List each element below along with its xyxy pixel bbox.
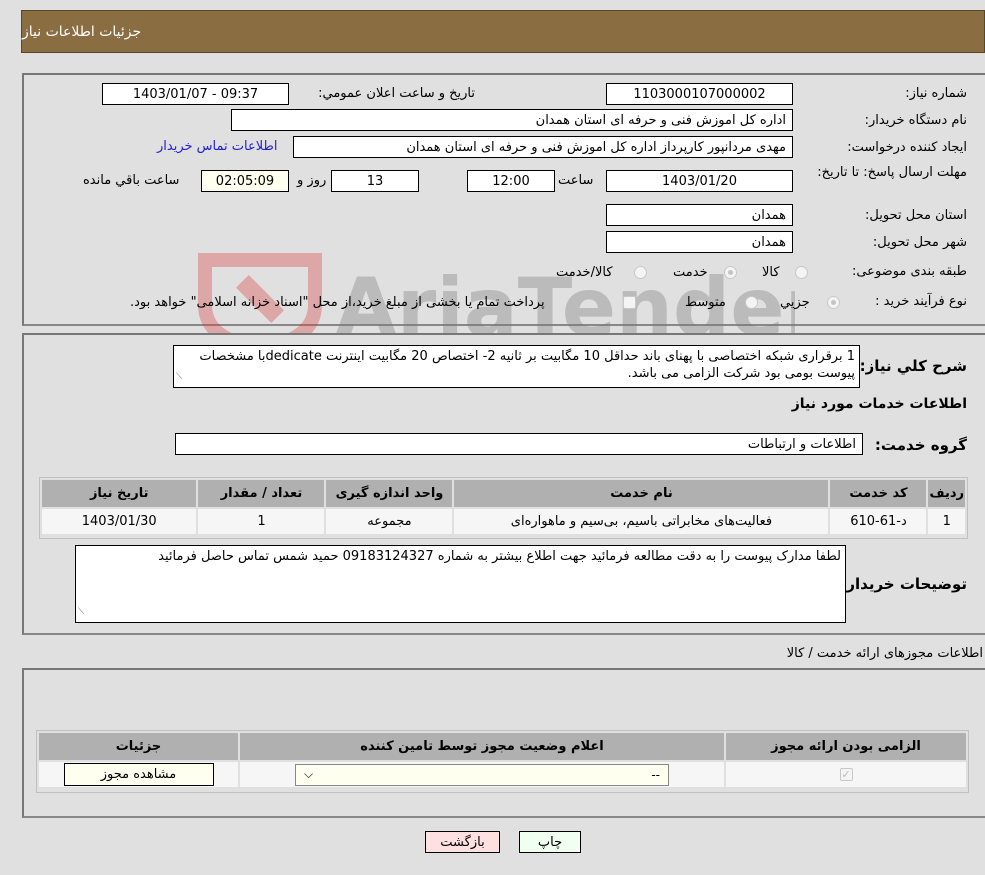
page-title: جزئیات اطلاعات نیاز <box>22 23 142 40</box>
need-number-field: 1103000107000002 <box>606 83 793 105</box>
col-need-date: تاريخ نياز <box>39 478 199 509</box>
purchase-type-option-minor: جزيي <box>780 295 810 310</box>
col-quantity: تعداد / مقدار <box>196 478 327 509</box>
category-option-service: خدمت <box>673 265 708 280</box>
treasury-checkbox[interactable] <box>623 296 636 309</box>
deadline-time-field: 12:00 <box>467 170 555 192</box>
description-textarea[interactable]: 1 برقراری شبکه اختصاصی با پهنای باند حدا… <box>173 345 860 388</box>
purchase-type-radio-minor[interactable] <box>827 296 840 309</box>
service-group-field: اطلاعات و ارتباطات <box>175 433 863 455</box>
back-button[interactable]: بازگشت <box>425 831 500 853</box>
city-label: شهر محل تحويل: <box>872 235 967 250</box>
purchase-type-option-medium: متوسط <box>685 295 726 310</box>
days-label: روز و <box>297 173 327 188</box>
treasury-text: پرداخت تمام يا بخشی از مبلغ خريد،از محل … <box>130 295 545 310</box>
cell-permit-status: ⌵ -- <box>238 760 726 789</box>
deadline-time-label: ساعت <box>558 173 594 188</box>
announce-datetime-field: 1403/01/07 - 09:37 <box>102 83 289 105</box>
view-permit-button[interactable]: مشاهده مجوز <box>63 763 214 786</box>
permit-status-select[interactable]: ⌵ -- <box>295 763 669 786</box>
resize-grip-icon[interactable]: ⟋ <box>176 369 182 386</box>
table-row: ✓ ⌵ -- مشاهده مجوز <box>37 760 968 789</box>
col-row-number: رديف <box>926 478 967 509</box>
deadline-label: مهلت ارسال پاسخ: تا تاريخ: <box>817 165 967 180</box>
permits-section-title: اطلاعات مجوزهای ارائه خدمت / کالا <box>786 646 983 661</box>
need-number-label: شماره نیاز: <box>905 86 967 101</box>
creator-field: مهدی مردانپور کارپرداز اداره کل اموزش فن… <box>293 136 793 158</box>
resize-grip-icon[interactable]: ⟋ <box>78 604 84 621</box>
province-label: استان محل تحويل: <box>865 208 967 223</box>
col-service-name: نام خدمت <box>452 478 831 509</box>
services-table-header: رديف کد خدمت نام خدمت واحد اندازه گيری ت… <box>39 478 967 509</box>
category-radio-service[interactable] <box>724 266 737 279</box>
days-remaining-field: 13 <box>331 170 419 192</box>
services-section-title: اطلاعات خدمات مورد نياز <box>791 396 967 412</box>
col-permit-required: الزامی بودن ارائه مجوز <box>724 731 968 762</box>
city-field: همدان <box>606 231 793 253</box>
service-group-label: گروه خدمت: <box>874 436 967 454</box>
col-unit: واحد اندازه گيری <box>324 478 455 509</box>
category-option-goods: کالا <box>762 265 780 280</box>
buyer-notes-textarea[interactable]: لطفا مدارک پیوست را به دقت مطالعه فرمائی… <box>75 545 846 623</box>
permit-status-value: -- <box>651 767 660 782</box>
page-header: جزئیات اطلاعات نیاز <box>21 10 985 53</box>
time-remaining-label: ساعت باقي مانده <box>83 173 180 188</box>
description-text: 1 برقراری شبکه اختصاصی با پهنای باند حدا… <box>199 349 855 381</box>
buyer-org-label: نام دستگاه خريدار: <box>864 113 967 128</box>
purchase-type-label: نوع فرآيند خريد : <box>875 294 967 309</box>
cell-unit: مجموعه <box>324 507 455 536</box>
cell-service-code: د-61-610 <box>828 507 929 536</box>
category-label: طبقه بندی موضوعی: <box>851 264 967 279</box>
buyer-notes-text: لطفا مدارک پیوست را به دقت مطالعه فرمائی… <box>158 549 841 564</box>
permit-required-checkbox[interactable]: ✓ <box>839 768 853 781</box>
announce-label: تاريخ و ساعت اعلان عمومي: <box>318 86 475 101</box>
table-row: 1 د-61-610 فعالیت‌های مخابراتی باسیم، بی… <box>39 507 967 536</box>
permits-table-wrap: الزامی بودن ارائه مجوز اعلام وضعيت مجوز … <box>36 730 969 793</box>
deadline-date-field: 1403/01/20 <box>606 170 793 192</box>
col-permit-details: جزئيات <box>37 731 240 762</box>
services-table-wrap: رديف کد خدمت نام خدمت واحد اندازه گيری ت… <box>39 477 968 539</box>
category-radio-goods[interactable] <box>795 266 808 279</box>
buyer-contact-link[interactable]: اطلاعات تماس خريدار <box>157 139 277 154</box>
print-button[interactable]: چاپ <box>519 831 581 853</box>
creator-label: ايجاد کننده درخواست: <box>847 140 967 155</box>
cell-need-date: 1403/01/30 <box>39 507 199 536</box>
permits-table: الزامی بودن ارائه مجوز اعلام وضعيت مجوز … <box>37 731 968 789</box>
cell-quantity: 1 <box>196 507 327 536</box>
permits-table-header: الزامی بودن ارائه مجوز اعلام وضعيت مجوز … <box>37 731 968 762</box>
cell-permit-required: ✓ <box>724 760 968 789</box>
time-remaining-field: 02:05:09 <box>201 170 289 192</box>
category-option-goods-service: کالا/خدمت <box>556 265 613 280</box>
purchase-type-radio-medium[interactable] <box>745 296 758 309</box>
description-label: شرح کلي نياز: <box>859 357 967 375</box>
services-table: رديف کد خدمت نام خدمت واحد اندازه گيری ت… <box>39 478 967 536</box>
buyer-org-field: اداره کل اموزش فنی و حرفه ای استان همدان <box>231 109 793 131</box>
chevron-down-icon: ⌵ <box>304 767 314 781</box>
buyer-notes-label: توضيحات خريدار: <box>840 575 967 593</box>
category-radio-goods-service[interactable] <box>634 266 647 279</box>
province-field: همدان <box>606 204 793 226</box>
cell-permit-details: مشاهده مجوز <box>37 760 240 789</box>
cell-service-name: فعالیت‌های مخابراتی باسیم، بی‌سیم و ماهو… <box>452 507 831 536</box>
col-service-code: کد خدمت <box>828 478 929 509</box>
col-permit-status: اعلام وضعيت مجوز توسط تامين کننده <box>238 731 726 762</box>
cell-row-number: 1 <box>926 507 967 536</box>
